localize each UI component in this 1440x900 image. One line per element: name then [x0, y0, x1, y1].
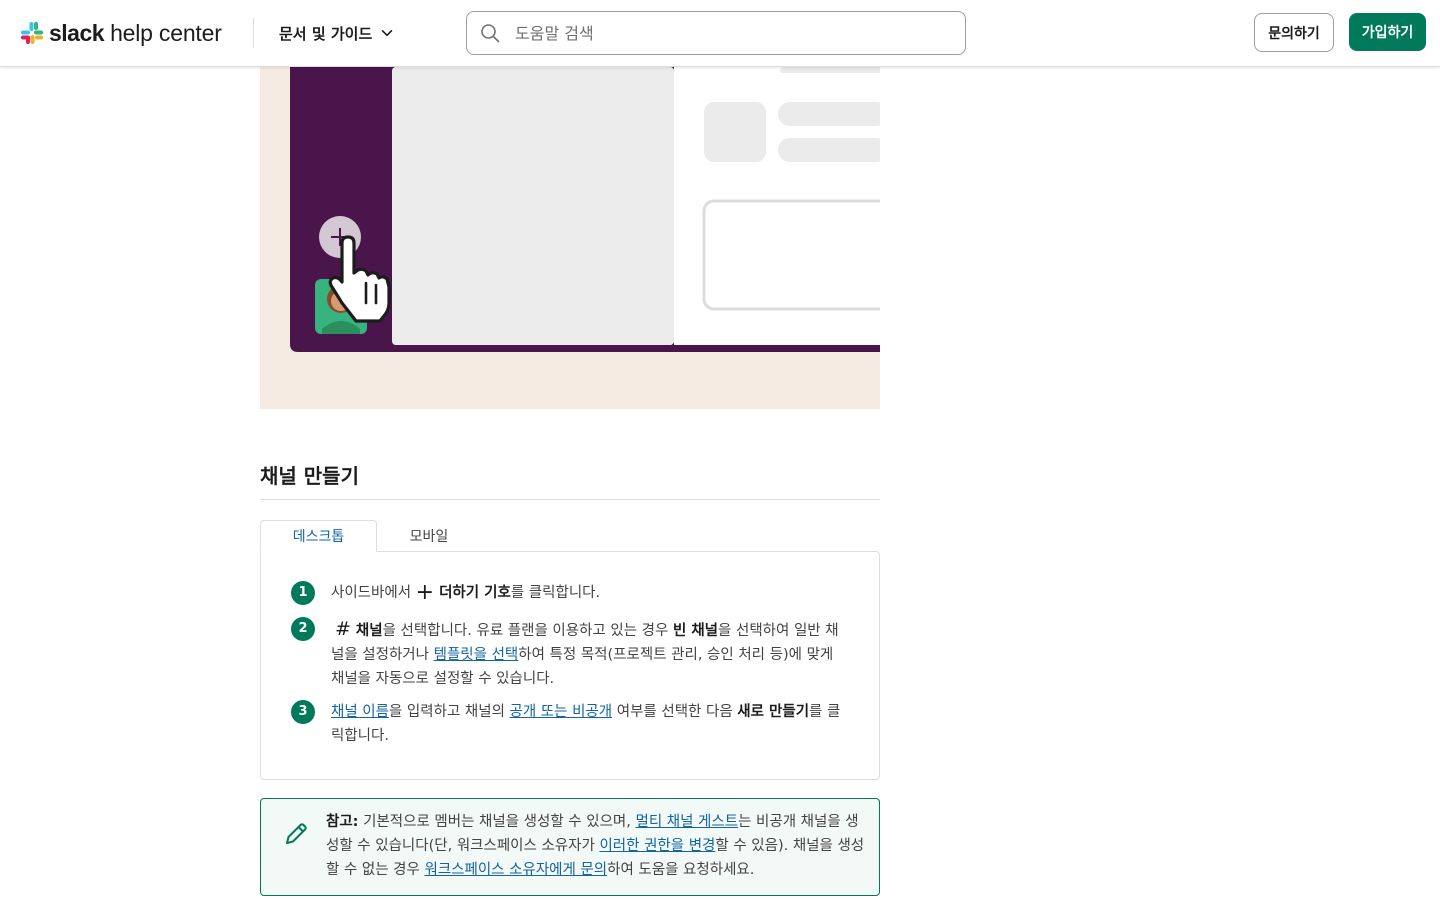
search-input[interactable]	[515, 23, 935, 43]
note-label: 참고:	[326, 814, 359, 830]
step-1: 1 사이드바에서 + 더하기 기호를 클릭합니다.	[291, 581, 851, 605]
section-title: 채널 만들기	[260, 464, 359, 488]
hash-icon: #	[335, 618, 351, 640]
signup-button[interactable]: 가입하기	[1349, 13, 1426, 51]
channel-name-link[interactable]: 채널 이름	[331, 704, 389, 720]
public-private-link[interactable]: 공개 또는 비공개	[510, 704, 613, 720]
pencil-icon	[286, 823, 307, 844]
header-divider	[253, 18, 254, 48]
step-3: 3 채널 이름을 입력하고 채널의 공개 또는 비공개 여부를 선택한 다음 새…	[291, 700, 851, 748]
chevron-down-icon	[381, 30, 393, 37]
step-text: 사이드바에서 + 더하기 기호를 클릭합니다.	[331, 580, 601, 605]
site-header: slack help center 문서 및 가이드 문의하기 가입하기	[0, 0, 1440, 67]
step-text: # 채널을 선택합니다. 유료 플랜을 이용하고 있는 경우 빈 채널을 선택하여…	[331, 618, 839, 687]
tab-mobile[interactable]: 모바일	[380, 520, 478, 552]
note-text: 참고: 기본적으로 멤버는 채널을 생성할 수 있으며, 멀티 채널 게스트는 …	[326, 814, 865, 878]
slack-app-illustration	[260, 67, 880, 409]
step-number: 1	[291, 581, 315, 605]
change-permissions-link[interactable]: 이러한 권한을 변경	[599, 838, 715, 854]
note-callout: 참고: 기본적으로 멤버는 채널을 생성할 수 있으며, 멀티 채널 게스트는 …	[260, 798, 880, 896]
tab-desktop[interactable]: 데스크톱	[260, 520, 377, 552]
contact-button[interactable]: 문의하기	[1254, 13, 1334, 52]
step-number: 2	[291, 617, 315, 641]
multi-channel-guest-link[interactable]: 멀티 채널 게스트	[635, 814, 738, 830]
steps-panel: 1 사이드바에서 + 더하기 기호를 클릭합니다. 2 # 채널을 선택합니다. 유…	[260, 551, 880, 780]
search-box[interactable]	[466, 11, 966, 55]
search-icon	[481, 24, 500, 43]
step-number: 3	[291, 700, 315, 724]
contact-owner-link[interactable]: 워크스페이스 소유자에게 문의	[424, 862, 607, 878]
section-divider	[260, 499, 880, 500]
step-2: 2 # 채널을 선택합니다. 유료 플랜을 이용하고 있는 경우 빈 채널을 선택…	[291, 617, 851, 691]
logo-text-slack: slack	[49, 19, 105, 46]
create-channel-illustration	[260, 67, 880, 409]
docs-guides-menu[interactable]: 문서 및 가이드	[279, 22, 394, 44]
docs-guides-label: 문서 및 가이드	[279, 24, 373, 43]
logo-text-help-center: help center	[110, 19, 222, 46]
slack-logo-icon	[21, 22, 43, 44]
slack-help-center-logo[interactable]: slack help center	[20, 19, 222, 47]
step-text: 채널 이름을 입력하고 채널의 공개 또는 비공개 여부를 선택한 다음 새로 …	[331, 704, 841, 744]
select-template-link[interactable]: 템플릿을 선택	[434, 647, 519, 663]
plus-icon: +	[415, 580, 435, 605]
